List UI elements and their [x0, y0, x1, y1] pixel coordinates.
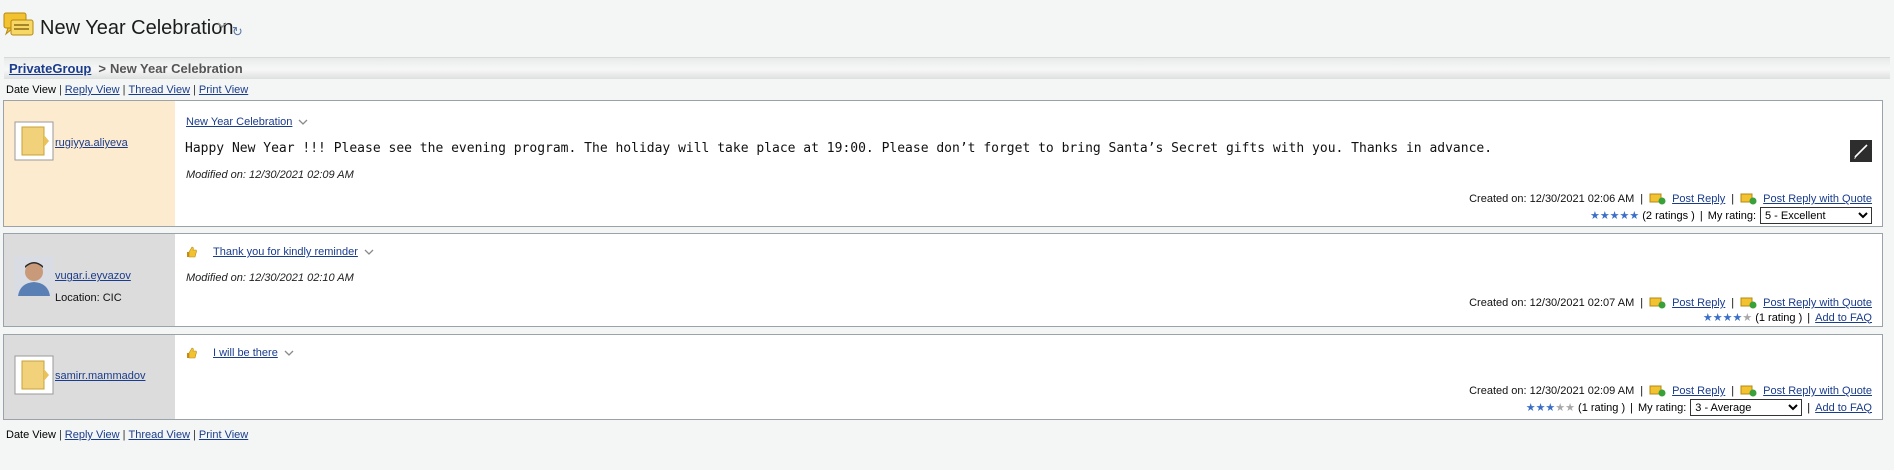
post-rating: ★★★★★ (1 rating ) | Add to FAQ: [1702, 311, 1872, 325]
post-meta: Created on: 12/30/2021 02:09 AM | Post R…: [1469, 385, 1872, 397]
reply-quote-icon: [1740, 297, 1757, 309]
post-reply-quote-link[interactable]: Post Reply with Quote: [1763, 297, 1872, 309]
post-subject-row: I will be there: [186, 347, 294, 359]
post-modified: Modified on: 12/30/2021 02:09 AM: [186, 169, 354, 181]
page-title: New Year Celebration: [40, 17, 234, 39]
default-avatar-icon: [14, 121, 54, 161]
post-subject-link[interactable]: New Year Celebration: [186, 116, 292, 128]
author-location: Location: CIC: [55, 292, 122, 304]
print-view-link[interactable]: Print View: [199, 429, 248, 441]
post-meta: Created on: 12/30/2021 02:06 AM | Post R…: [1469, 193, 1872, 205]
rating-stars: ★★★★★: [1702, 312, 1753, 324]
post-meta: Created on: 12/30/2021 02:07 AM | Post R…: [1469, 297, 1872, 309]
my-rating-label: My rating:: [1637, 401, 1687, 414]
reply-icon: [1649, 297, 1666, 309]
ratings-count: (1 rating ): [1755, 311, 1803, 324]
post-modified: Modified on: 12/30/2021 02:10 AM: [186, 272, 354, 284]
add-to-faq-link[interactable]: Add to FAQ: [1815, 402, 1872, 414]
post-created: Created on: 12/30/2021 02:09 AM: [1469, 385, 1635, 397]
reply-view-link[interactable]: Reply View: [65, 429, 120, 441]
chevron-down-icon[interactable]: [364, 248, 374, 256]
ratings-count: (2 ratings ): [1642, 209, 1695, 222]
post-reply-quote-link[interactable]: Post Reply with Quote: [1763, 385, 1872, 397]
post-subject-row: Thank you for kindly reminder: [186, 246, 374, 258]
default-avatar-icon: [14, 355, 54, 395]
ratings-count: (1 rating ): [1578, 401, 1626, 414]
chevron-down-icon[interactable]: [216, 20, 228, 30]
post-author-panel: samirr.mammadov: [4, 335, 175, 419]
date-view-label: Date View: [6, 84, 56, 96]
breadcrumb-root-link[interactable]: PrivateGroup: [9, 61, 91, 76]
post-reply-quote-link[interactable]: Post Reply with Quote: [1763, 193, 1872, 205]
post-reply-link[interactable]: Post Reply: [1672, 297, 1725, 309]
reply-icon: [1649, 385, 1666, 397]
thumbs-up-icon: [186, 246, 198, 258]
post-reply-link[interactable]: Post Reply: [1672, 385, 1725, 397]
post-author-panel: vugar.i.eyvazov Location: CIC: [4, 234, 175, 326]
view-links-top: Date View | Reply View | Thread View | Print V…: [6, 84, 249, 96]
post-2: vugar.i.eyvazov Location: CIC Thank you …: [3, 233, 1883, 327]
author-link[interactable]: samirr.mammadov: [55, 370, 145, 382]
reply-icon: [1649, 193, 1666, 205]
post-1: rugiyya.aliyeva New Year Celebration Hap…: [3, 100, 1883, 227]
post-created: Created on: 12/30/2021 02:06 AM: [1469, 193, 1635, 205]
reply-view-link[interactable]: Reply View: [65, 84, 120, 96]
page-header: New Year Celebration ↻: [0, 0, 1894, 56]
view-links-bottom: Date View | Reply View | Thread View | Print V…: [6, 429, 249, 441]
chevron-down-icon[interactable]: [298, 118, 308, 126]
author-link[interactable]: rugiyya.aliyeva: [55, 137, 128, 149]
post-body: Happy New Year !!! Please see the evenin…: [185, 141, 1493, 156]
reply-quote-icon: [1740, 385, 1757, 397]
breadcrumb: PrivateGroup > New Year Celebration: [4, 57, 1890, 79]
discussion-folder-icon: [3, 12, 34, 36]
breadcrumb-separator: >: [98, 61, 106, 76]
add-to-faq-link[interactable]: Add to FAQ: [1815, 312, 1872, 324]
pen-icon[interactable]: [1850, 140, 1872, 162]
thread-view-link[interactable]: Thread View: [128, 84, 190, 96]
refresh-icon[interactable]: ↻: [232, 24, 243, 40]
post-author-panel: rugiyya.aliyeva: [4, 101, 175, 226]
thumbs-up-icon: [186, 347, 198, 359]
post-reply-link[interactable]: Post Reply: [1672, 193, 1725, 205]
post-rating: ★★★★★ (1 rating ) | My rating: 3 - Avera…: [1526, 399, 1872, 416]
date-view-label: Date View: [6, 429, 56, 441]
reply-quote-icon: [1740, 193, 1757, 205]
my-rating-select[interactable]: 3 - Average: [1690, 399, 1803, 416]
author-link[interactable]: vugar.i.eyvazov: [55, 270, 131, 282]
rating-stars: ★★★★★: [1589, 210, 1640, 222]
post-3: samirr.mammadov I will be there Created …: [3, 334, 1883, 420]
post-rating: ★★★★★ (2 ratings ) | My rating: 5 - Exce…: [1590, 207, 1872, 224]
my-rating-select[interactable]: 5 - Excellent: [1760, 207, 1872, 224]
thread-view-link[interactable]: Thread View: [128, 429, 190, 441]
chevron-down-icon[interactable]: [284, 349, 294, 357]
post-subject-row: New Year Celebration: [186, 116, 308, 128]
avatar: [14, 256, 54, 296]
post-subject-link[interactable]: Thank you for kindly reminder: [213, 246, 358, 258]
print-view-link[interactable]: Print View: [199, 84, 248, 96]
post-subject-link[interactable]: I will be there: [213, 347, 278, 359]
my-rating-label: My rating:: [1707, 209, 1756, 222]
rating-stars: ★★★★★: [1525, 402, 1576, 414]
breadcrumb-current: New Year Celebration: [109, 61, 243, 76]
post-created: Created on: 12/30/2021 02:07 AM: [1469, 297, 1635, 309]
